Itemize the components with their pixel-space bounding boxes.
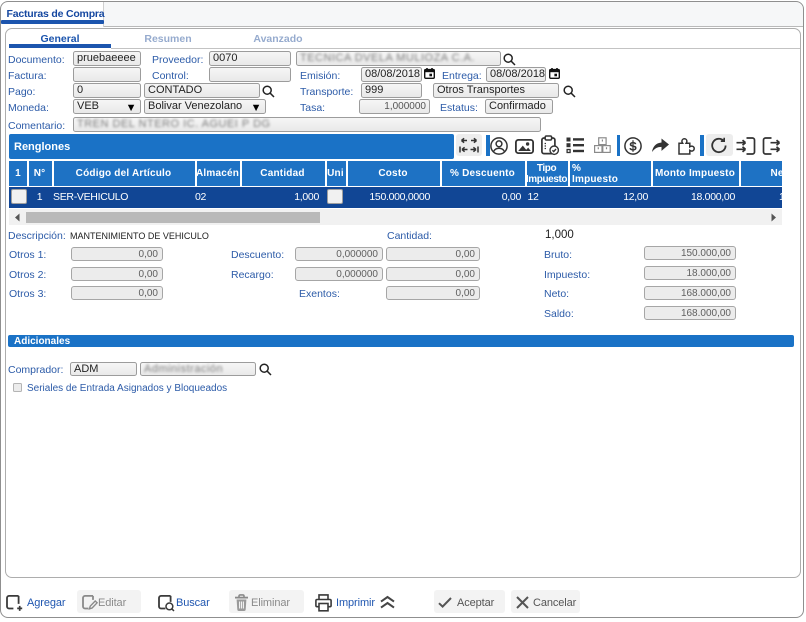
svg-text:S: S — [629, 139, 637, 153]
